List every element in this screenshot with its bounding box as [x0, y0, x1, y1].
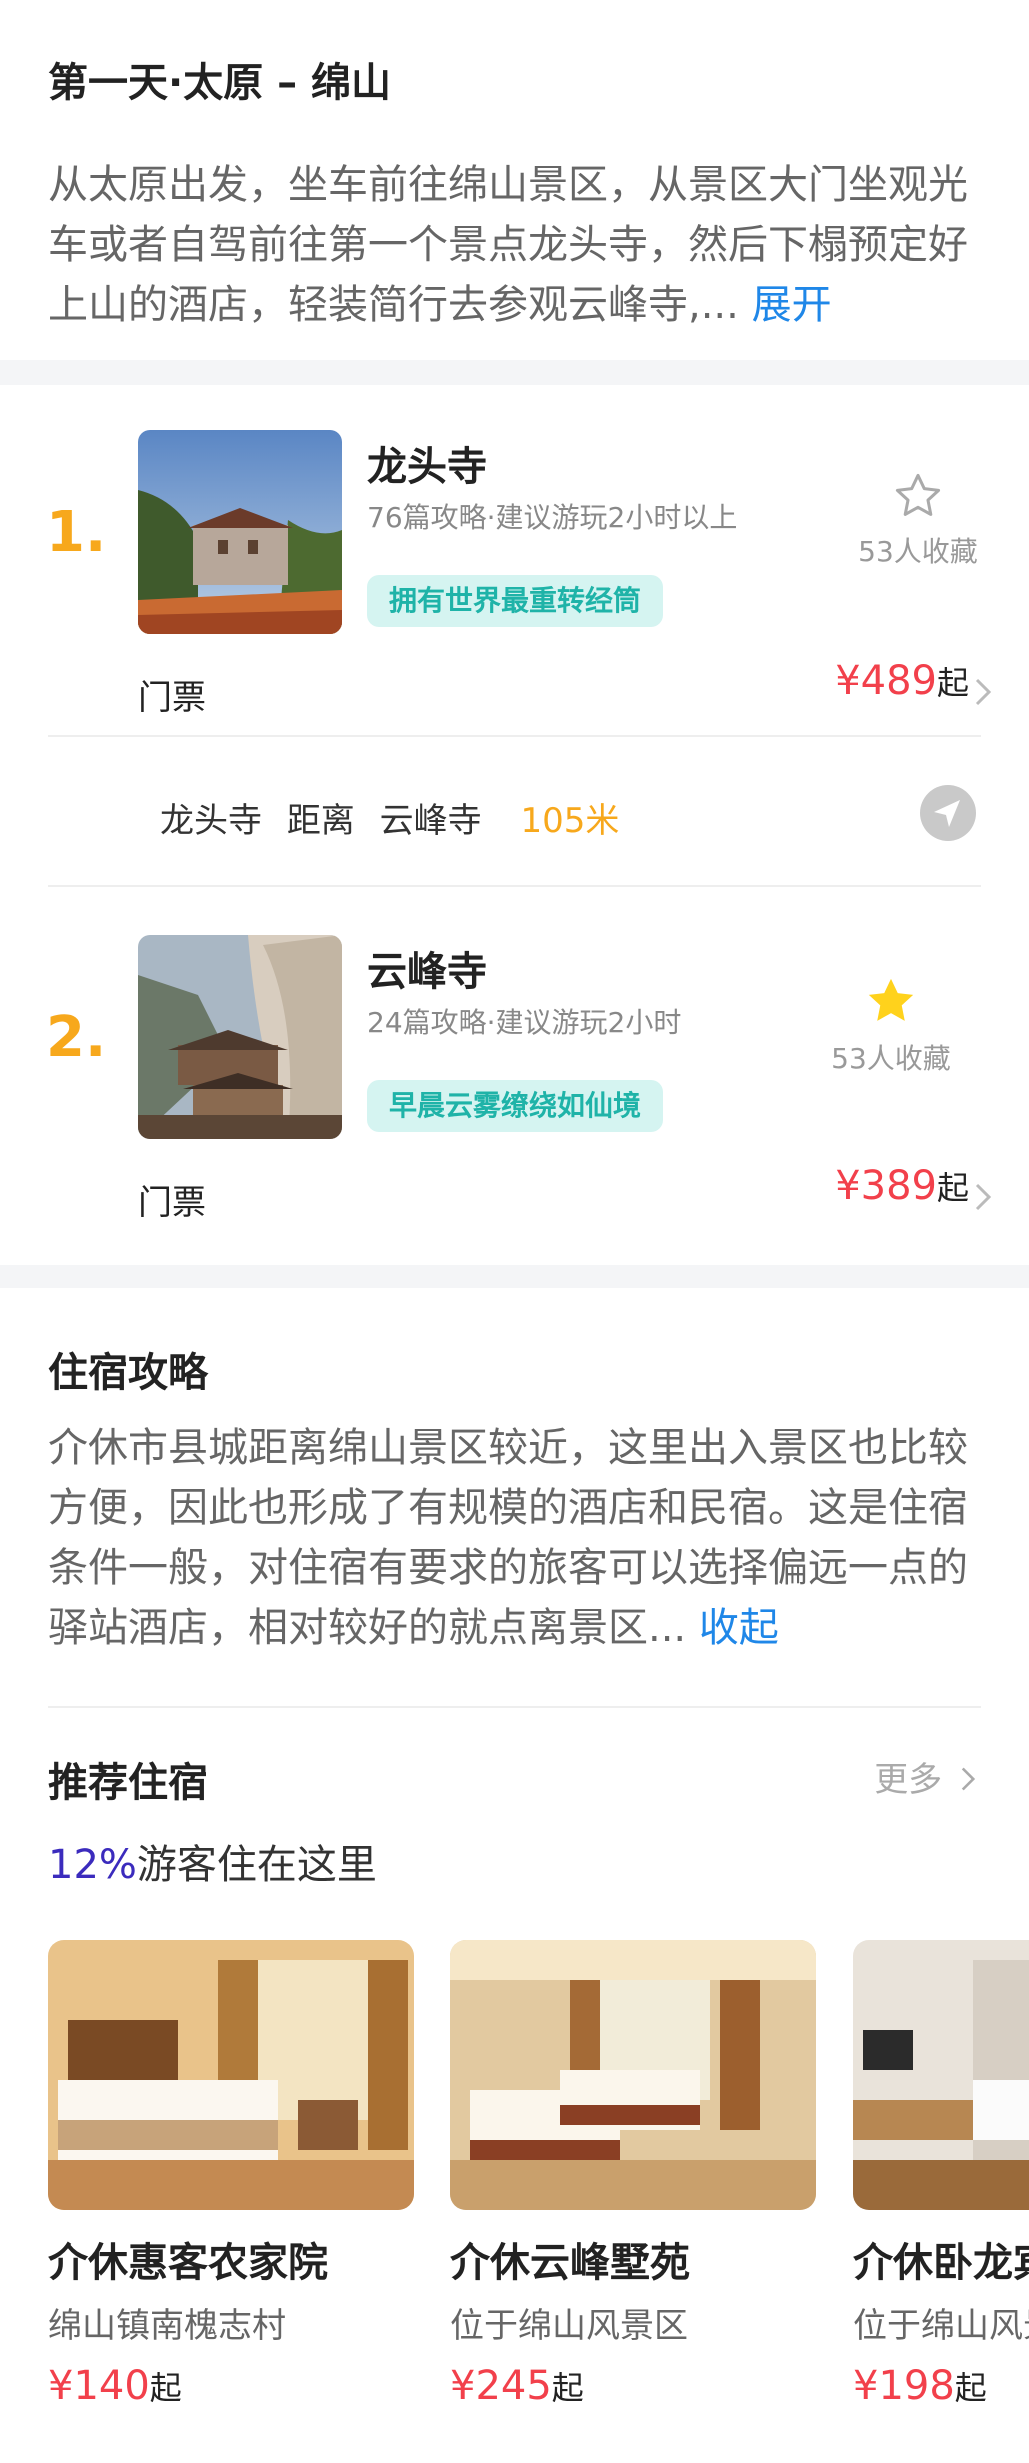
- spot-meta: 24篇攻略·建议游玩2小时: [367, 1006, 682, 1039]
- navigation-arrow-icon: [934, 800, 960, 827]
- spot-meta: 76篇攻略·建议游玩2小时以上: [367, 501, 738, 534]
- hotel-location: 位于绵山风景区: [450, 2306, 688, 2346]
- chevron-right-icon: [961, 1767, 976, 1791]
- distance-row: 龙头寺 距离 云峰寺 105米: [160, 793, 633, 842]
- star-outline-icon[interactable]: [892, 470, 944, 522]
- stay-description-text: 介休市县城距离绵山景区较近，这里出入景区也比较方便，因此也形成了有规模的酒店和民…: [48, 1425, 968, 1651]
- navigate-button[interactable]: [920, 785, 976, 841]
- percentage-text: 游客住在这里: [136, 1842, 377, 1888]
- star-filled-icon[interactable]: [863, 973, 919, 1029]
- hotel-card[interactable]: 介休云峰墅苑 位于绵山风景区 ¥245 起: [450, 1940, 816, 2409]
- chevron-right-icon[interactable]: [973, 676, 993, 708]
- spots-section: 1. 龙头寺 76篇攻略·建议游玩2小时以上 拥有世界最重转经筒 53人收藏 门…: [0, 385, 1029, 1265]
- hotel-photo[interactable]: [853, 1940, 1029, 2210]
- day-title: 第一天·太原 – 绵山: [48, 60, 392, 106]
- hotel-card[interactable]: 介休卧龙宾馆 位于绵山风景区 ¥198 起: [853, 1940, 1029, 2409]
- spot-tag: 拥有世界最重转经筒: [367, 575, 664, 627]
- spot-number: 2.: [46, 1005, 107, 1070]
- stay-description: 介休市县城距离绵山景区较近，这里出入景区也比较方便，因此也形成了有规模的酒店和民…: [48, 1418, 988, 1658]
- favorite-count: 53人收藏: [831, 1042, 951, 1075]
- ticket-label: 门票: [138, 1183, 206, 1223]
- more-link[interactable]: 更多: [874, 1752, 977, 1801]
- divider: [48, 885, 981, 887]
- price-suffix: 起: [936, 664, 969, 702]
- hotel-name: 介休云峰墅苑: [450, 2240, 690, 2286]
- price-suffix: 起: [149, 2369, 182, 2407]
- price-value: ¥198: [853, 2363, 955, 2409]
- hotel-name: 介休卧龙宾馆: [853, 2240, 1029, 2286]
- hotel-price: ¥198 起: [853, 2363, 1029, 2409]
- price-suffix: 起: [936, 1169, 969, 1207]
- distance-word: 距离: [286, 801, 355, 841]
- spot-name[interactable]: 云峰寺: [367, 939, 487, 997]
- hotel-photo[interactable]: [450, 1940, 816, 2210]
- collapse-link[interactable]: 收起: [699, 1605, 779, 1651]
- price-suffix: 起: [954, 2369, 987, 2407]
- stay-percentage: 12%游客住在这里: [48, 1832, 377, 1890]
- hotel-price: ¥140 起: [48, 2363, 414, 2409]
- spot-photo[interactable]: [138, 935, 342, 1139]
- stay-title: 住宿攻略: [48, 1350, 208, 1396]
- distance-value: 105米: [520, 801, 620, 841]
- spot-item[interactable]: 1. 龙头寺 76篇攻略·建议游玩2小时以上 拥有世界最重转经筒 53人收藏 门…: [0, 430, 1029, 730]
- ticket-price[interactable]: ¥489 起: [835, 658, 969, 704]
- hotel-card[interactable]: 介休惠客农家院 绵山镇南槐志村 ¥140 起: [48, 1940, 414, 2409]
- spot-name[interactable]: 龙头寺: [367, 434, 487, 492]
- price-value: ¥389: [835, 1163, 937, 1209]
- distance-to: 云峰寺: [379, 801, 482, 841]
- stay-section: 住宿攻略 介休市县城距离绵山景区较近，这里出入景区也比较方便，因此也形成了有规模…: [0, 1288, 1029, 2463]
- distance-from: 龙头寺: [160, 801, 262, 841]
- price-value: ¥489: [835, 658, 937, 704]
- expand-link[interactable]: 展开: [752, 282, 832, 328]
- chevron-right-icon[interactable]: [973, 1181, 993, 1213]
- hotel-location: 位于绵山风景区: [853, 2306, 1029, 2346]
- divider: [48, 735, 981, 737]
- price-value: ¥140: [48, 2363, 150, 2409]
- ticket-price[interactable]: ¥389 起: [835, 1163, 969, 1209]
- hotel-price: ¥245 起: [450, 2363, 816, 2409]
- spot-photo[interactable]: [138, 430, 342, 634]
- recommend-title: 推荐住宿: [48, 1760, 208, 1806]
- spot-number: 1.: [46, 500, 107, 565]
- divider: [48, 1706, 981, 1708]
- percentage-value: 12%: [48, 1842, 137, 1888]
- hotel-name: 介休惠客农家院: [48, 2240, 328, 2286]
- price-suffix: 起: [551, 2369, 584, 2407]
- favorite-toggle[interactable]: 53人收藏: [816, 973, 966, 1077]
- hotel-photo[interactable]: [48, 1940, 414, 2210]
- day-section: 第一天·太原 – 绵山 从太原出发，坐车前往绵山景区，从景区大门坐观光车或者自驾…: [0, 0, 1029, 360]
- spot-item[interactable]: 2. 云峰寺 24篇攻略·建议游玩2小时 早晨云雾缭绕如仙境 53人收藏 门票: [0, 935, 1029, 1235]
- ticket-label: 门票: [138, 678, 206, 718]
- favorite-count: 53人收藏: [858, 535, 978, 568]
- hotel-location: 绵山镇南槐志村: [48, 2306, 286, 2346]
- spot-tag: 早晨云雾缭绕如仙境: [367, 1080, 664, 1132]
- more-label: 更多: [874, 1760, 943, 1800]
- day-description: 从太原出发，坐车前往绵山景区，从景区大门坐观光车或者自驾前往第一个景点龙头寺，然…: [48, 155, 988, 335]
- price-value: ¥245: [450, 2363, 552, 2409]
- favorite-toggle[interactable]: 53人收藏: [843, 470, 993, 570]
